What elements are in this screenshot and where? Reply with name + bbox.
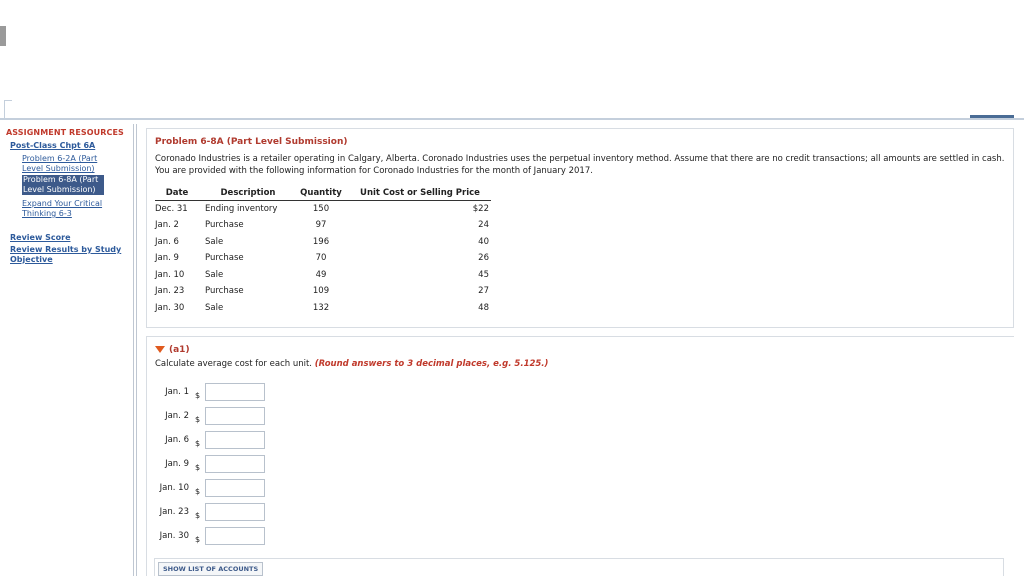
cell-quantity: 196 (312, 236, 330, 247)
cell-quantity: 70 (315, 253, 327, 264)
dollar-sign: $ (195, 415, 201, 424)
header-divider (0, 118, 1024, 120)
sidebar-item-problem-6-2a[interactable]: Problem 6-2A (Part Level Submission) (22, 154, 97, 174)
sidebar-item-critical-thinking[interactable]: Expand Your Critical Thinking 6-3 (22, 199, 102, 219)
question-label[interactable]: (a1) (155, 345, 190, 355)
review-results-label: Objective (10, 255, 53, 264)
sidebar-section-link[interactable]: Post-Class Chpt 6A (10, 141, 95, 151)
cell-unit-cost: 24 (478, 220, 489, 231)
average-cost-input[interactable] (205, 455, 265, 473)
cell-date: Jan. 23 (155, 286, 185, 297)
column-header-unit-cost: Unit Cost or Selling Price (351, 185, 491, 201)
header-accent-bar (970, 115, 1014, 118)
question-text: Calculate average cost for each unit. (155, 359, 312, 369)
cell-date: Jan. 30 (155, 302, 185, 313)
average-cost-input[interactable] (205, 527, 265, 545)
cell-date: Jan. 10 (155, 269, 185, 280)
average-cost-input[interactable] (205, 503, 265, 521)
table-row: Dec. 31 Ending inventory 150 $22 (155, 201, 491, 218)
cell-unit-cost: 26 (478, 253, 489, 264)
cell-description: Sale (205, 302, 224, 313)
average-cost-input[interactable] (205, 479, 265, 497)
table-row: Jan. 10 Sale 49 45 (155, 267, 491, 284)
answer-date-label: Jan. 6 (165, 435, 189, 445)
cell-date: Jan. 9 (155, 253, 179, 264)
question-part-label: (a1) (169, 345, 190, 355)
review-results-label: Review Results by Study (10, 245, 122, 254)
dollar-sign: $ (195, 439, 201, 448)
table-row: Jan. 23 Purchase 109 27 (155, 283, 491, 300)
table-row: Jan. 30 Sale 132 48 (155, 300, 491, 317)
table-row: Jan. 6 Sale 196 40 (155, 234, 491, 251)
review-score-link[interactable]: Review Score (10, 233, 71, 243)
sidebar-item-label: Expand Your Critical (22, 199, 103, 208)
cell-unit-cost: 45 (478, 269, 489, 280)
column-header-date: Date (155, 185, 199, 201)
cell-quantity: 109 (312, 286, 330, 297)
dollar-sign: $ (195, 511, 201, 520)
rounding-hint: (Round answers to 3 decimal places, e.g.… (314, 359, 549, 369)
cell-description: Purchase (205, 253, 244, 264)
cell-unit-cost: 27 (478, 286, 489, 297)
cell-description: Sale (205, 236, 224, 247)
cell-quantity: 150 (312, 204, 330, 214)
problem-title: Problem 6-8A (Part Level Submission) (155, 137, 348, 147)
dollar-sign: $ (195, 391, 201, 400)
answer-date-label: Jan. 23 (159, 507, 189, 517)
table-header-row: Date Description Quantity Unit Cost or S… (155, 185, 491, 201)
sidebar-item-label: Problem 6-8A (Part (23, 175, 99, 184)
dollar-sign: $ (195, 487, 201, 496)
cell-unit-cost: 48 (478, 302, 489, 313)
cell-unit-cost: $22 (472, 204, 489, 214)
answer-date-label: Jan. 1 (165, 387, 189, 397)
cell-description: Sale (205, 269, 224, 280)
cell-quantity: 49 (315, 269, 327, 280)
sidebar-item-problem-6-8a[interactable]: Problem 6-8A (Part Level Submission) (22, 175, 104, 195)
cell-date: Jan. 2 (155, 220, 179, 231)
average-cost-input[interactable] (205, 407, 265, 425)
collapse-triangle-icon[interactable] (155, 346, 165, 353)
sidebar-item-label: Thinking 6-3 (22, 209, 72, 218)
show-list-of-accounts-button[interactable]: SHOW LIST OF ACCOUNTS (158, 562, 264, 576)
column-header-description: Description (199, 185, 291, 201)
sidebar-heading: ASSIGNMENT RESOURCES (6, 128, 124, 137)
answer-date-label: Jan. 2 (165, 411, 189, 421)
inventory-table: Date Description Quantity Unit Cost or S… (155, 185, 491, 316)
cell-description: Purchase (205, 220, 244, 231)
dollar-sign: $ (195, 463, 201, 472)
average-cost-input[interactable] (205, 431, 265, 449)
table-row: Jan. 2 Purchase 97 24 (155, 217, 491, 234)
cell-date: Jan. 6 (155, 236, 179, 247)
cell-unit-cost: 40 (478, 236, 489, 247)
sidebar-item-label: Problem 6-2A (Part (22, 154, 98, 163)
cell-quantity: 132 (312, 302, 330, 313)
question-panel: (a1) Calculate average cost for each uni… (146, 336, 1014, 576)
cell-description: Ending inventory (205, 204, 278, 214)
answer-date-label: Jan. 9 (165, 459, 189, 469)
question-prompt: Calculate average cost for each unit. (R… (155, 359, 548, 369)
problem-panel: Problem 6-8A (Part Level Submission) Cor… (146, 128, 1014, 328)
cell-description: Purchase (205, 286, 244, 297)
sidebar-item-label: Level Submission) (23, 185, 96, 194)
accounts-panel (154, 558, 1004, 576)
column-header-quantity: Quantity (291, 185, 351, 201)
answer-date-label: Jan. 30 (159, 531, 189, 541)
average-cost-input[interactable] (205, 383, 265, 401)
answer-date-label: Jan. 10 (159, 483, 189, 493)
review-results-link[interactable]: Review Results by Study Objective (10, 245, 121, 265)
cell-date: Dec. 31 (155, 204, 188, 214)
window-edge-mark (0, 26, 6, 46)
sidebar-divider (134, 124, 137, 576)
dollar-sign: $ (195, 535, 201, 544)
top-rule-tab (4, 100, 12, 120)
cell-quantity: 97 (315, 220, 327, 231)
sidebar-item-label: Level Submission) (22, 164, 95, 173)
table-row: Jan. 9 Purchase 70 26 (155, 250, 491, 267)
problem-description: Coronado Industries is a retailer operat… (155, 154, 1005, 176)
